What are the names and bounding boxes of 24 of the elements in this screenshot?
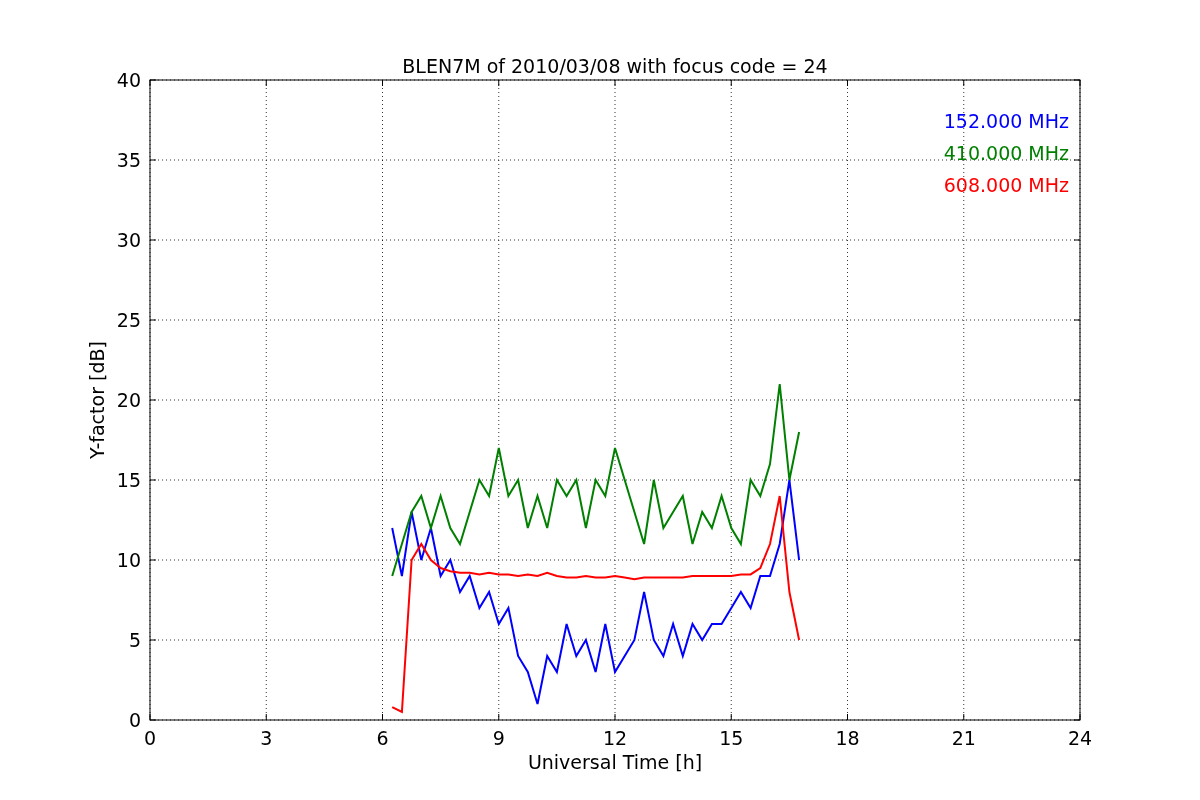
legend-label: 608.000 MHz	[943, 174, 1069, 196]
x-tick-label: 12	[602, 727, 628, 749]
y-axis-label: Y-factor [dB]	[86, 341, 108, 459]
chart-title: BLEN7M of 2010/03/08 with focus code = 24	[402, 55, 828, 77]
x-tick-label: 18	[835, 727, 860, 749]
x-tick-label: 24	[1067, 727, 1093, 749]
y-tick-label: 5	[128, 629, 141, 651]
legend-label: 152.000 MHz	[943, 110, 1069, 132]
y-tick-label: 10	[116, 549, 141, 571]
y-tick-label: 25	[116, 309, 141, 331]
legend-label: 410.000 MHz	[943, 142, 1069, 164]
x-tick-label: 15	[719, 727, 744, 749]
y-tick-label: 35	[116, 149, 141, 171]
y-tick-label: 20	[116, 389, 141, 411]
x-tick-label: 21	[951, 727, 976, 749]
y-tick-label: 15	[116, 469, 141, 491]
x-tick-label: 3	[260, 727, 273, 749]
x-axis-label: Universal Time [h]	[527, 751, 703, 773]
x-tick-label: 6	[376, 727, 389, 749]
y-tick-label: 0	[128, 709, 141, 731]
x-tick-label: 9	[492, 727, 505, 749]
x-tick-label: 0	[143, 727, 157, 749]
y-tick-label: 40	[116, 69, 141, 91]
y-tick-label: 30	[116, 229, 141, 251]
